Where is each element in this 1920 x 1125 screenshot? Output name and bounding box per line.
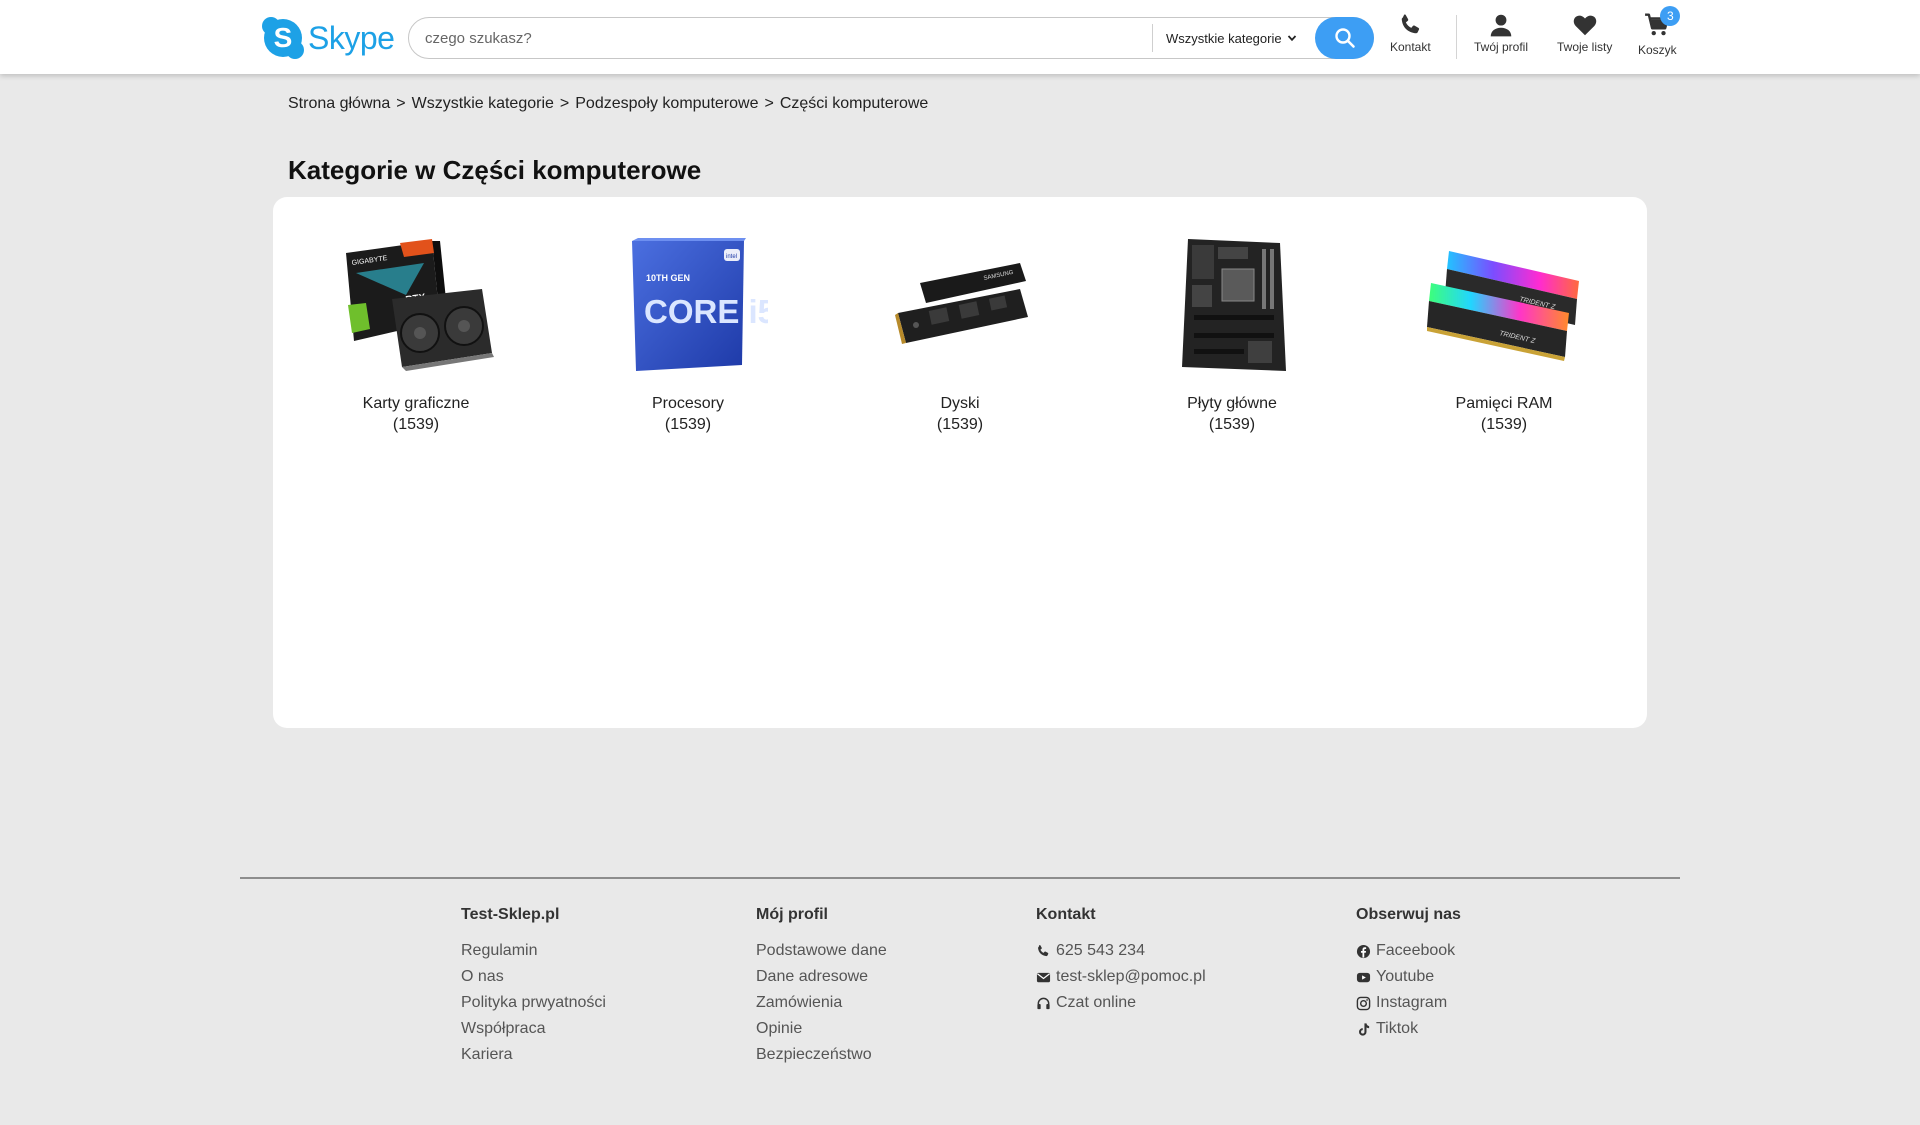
header-divider <box>1456 15 1457 59</box>
footer-email[interactable]: test-sklep@pomoc.pl <box>1036 964 1206 990</box>
category-count: (1539) <box>1480 416 1528 433</box>
footer-link-facebook[interactable]: Faceebook <box>1356 938 1461 964</box>
headset-icon <box>1037 997 1050 1009</box>
chevron-down-icon <box>1287 35 1296 42</box>
footer-link-basic-data[interactable]: Podstawowe dane <box>756 938 887 964</box>
facebook-label: Faceebook <box>1376 942 1456 959</box>
category-name: Karty graficzne <box>362 395 470 412</box>
footer-link-terms[interactable]: Regulamin <box>461 938 606 964</box>
user-icon <box>1490 14 1512 37</box>
footer-link-orders[interactable]: Zamówienia <box>756 990 887 1016</box>
category-processors[interactable]: 10TH GEN CORE i5 intel Procesory (1539) <box>578 233 798 434</box>
logo-text: Skype <box>308 19 395 56</box>
footer-link-instagram[interactable]: Instagram <box>1356 990 1461 1016</box>
cart-button[interactable]: 3 Koszyk <box>1638 6 1681 62</box>
category-select-label: Wszystkie kategorie <box>1166 30 1282 46</box>
site-header: S Skype Wszystkie kategorie Kontakt Twój… <box>0 0 1920 74</box>
breadcrumb-separator: > <box>559 95 570 112</box>
search-icon <box>1334 28 1355 48</box>
categories-card: GIGABYTE RTX Karty graficzne (1539) 10TH… <box>273 197 1647 728</box>
footer-link-addresses[interactable]: Dane adresowe <box>756 964 887 990</box>
footer-column-social: Obserwuj nas Faceebook Youtube Instagram… <box>1356 906 1461 1042</box>
footer-link-reviews[interactable]: Opinie <box>756 1016 887 1042</box>
contact-button[interactable]: Kontakt <box>1390 12 1431 62</box>
email-address: test-sklep@pomoc.pl <box>1056 968 1206 985</box>
footer-link-about[interactable]: O nas <box>461 964 606 990</box>
category-ram[interactable]: TRIDENT Z TRIDENT Z Pamięci RAM (1539) <box>1394 233 1614 434</box>
footer-link-privacy[interactable]: Polityka prwyatności <box>461 990 606 1016</box>
tiktok-icon <box>1359 1022 1370 1036</box>
cart-count-badge: 3 <box>1660 6 1681 26</box>
svg-text:10TH GEN: 10TH GEN <box>646 273 690 283</box>
footer-link-tiktok[interactable]: Tiktok <box>1356 1016 1461 1042</box>
footer-column-shop: Test-Sklep.pl Regulamin O nas Polityka p… <box>461 906 606 1068</box>
category-name: Procesory <box>651 395 725 412</box>
envelope-icon <box>1036 972 1051 982</box>
footer-heading: Test-Sklep.pl <box>461 906 560 923</box>
skype-logo-icon: S <box>262 17 304 59</box>
footer-chat[interactable]: Czat online <box>1036 990 1206 1016</box>
breadcrumb-separator: > <box>396 95 406 112</box>
category-count: (1539) <box>1208 416 1256 433</box>
footer-heading: Obserwuj nas <box>1356 906 1461 923</box>
search-divider <box>1152 24 1153 52</box>
cart-icon-wrap: 3 <box>1644 6 1681 43</box>
ssd-drive-image: SAMSUNG <box>875 233 1045 373</box>
category-name: Płyty główne <box>1187 395 1277 412</box>
lists-label: Twoje listy <box>1557 40 1613 54</box>
heart-icon <box>1573 15 1596 36</box>
footer-link-security[interactable]: Bezpieczeństwo <box>756 1042 887 1068</box>
youtube-icon <box>1356 972 1371 982</box>
svg-text:CORE i5: CORE i5 <box>644 293 768 330</box>
category-count: (1539) <box>392 416 440 433</box>
search-bar: Wszystkie kategorie <box>408 17 1374 59</box>
profile-button[interactable]: Twój profil <box>1474 12 1528 62</box>
breadcrumb-home[interactable]: Strona główna <box>288 95 390 113</box>
category-count: (1539) <box>936 416 984 433</box>
facebook-icon <box>1356 944 1371 958</box>
footer-column-profile: Mój profil Podstawowe dane Dane adresowe… <box>756 906 887 1068</box>
processor-box-image: 10TH GEN CORE i5 intel <box>603 233 773 373</box>
chat-label: Czat online <box>1056 994 1137 1011</box>
footer-column-contact: Kontakt 625 543 234 test-sklep@pomoc.pl … <box>1036 906 1206 1016</box>
svg-text:intel: intel <box>726 254 737 260</box>
search-button[interactable] <box>1315 17 1374 59</box>
footer-heading: Kontakt <box>1036 906 1096 923</box>
category-drives[interactable]: SAMSUNG Dyski (1539) <box>850 233 1070 434</box>
instagram-icon <box>1356 996 1371 1010</box>
category-graphics-cards[interactable]: GIGABYTE RTX Karty graficzne (1539) <box>306 233 526 434</box>
breadcrumb-all-categories[interactable]: Wszystkie kategorie <box>412 95 554 113</box>
search-input[interactable] <box>425 18 1155 58</box>
footer-heading: Mój profil <box>756 906 828 923</box>
breadcrumb: Strona główna > Wszystkie kategorie > Po… <box>288 95 928 113</box>
phone-icon <box>1038 944 1049 956</box>
lists-button[interactable]: Twoje listy <box>1557 12 1612 62</box>
youtube-label: Youtube <box>1376 968 1435 985</box>
category-count: (1539) <box>664 416 712 433</box>
phone-number: 625 543 234 <box>1056 942 1145 959</box>
motherboard-image <box>1147 233 1317 373</box>
footer-divider <box>240 877 1680 879</box>
category-motherboards[interactable]: Płyty główne (1539) <box>1122 233 1342 434</box>
category-select[interactable]: Wszystkie kategorie <box>1166 18 1297 58</box>
category-name: Dyski <box>940 395 980 412</box>
tiktok-label: Tiktok <box>1376 1020 1419 1037</box>
footer-phone[interactable]: 625 543 234 <box>1036 938 1206 964</box>
phone-icon <box>1402 14 1420 34</box>
footer-link-careers[interactable]: Kariera <box>461 1042 606 1068</box>
footer-link-youtube[interactable]: Youtube <box>1356 964 1461 990</box>
skype-logo[interactable]: S Skype <box>262 17 395 59</box>
breadcrumb-current[interactable]: Części komputerowe <box>780 95 929 113</box>
category-name: Pamięci RAM <box>1455 395 1553 412</box>
breadcrumb-separator: > <box>764 95 774 112</box>
footer-link-cooperation[interactable]: Współpraca <box>461 1016 606 1042</box>
instagram-label: Instagram <box>1376 994 1448 1011</box>
cart-label: Koszyk <box>1638 43 1677 57</box>
profile-label: Twój profil <box>1474 40 1529 54</box>
graphics-card-image: GIGABYTE RTX <box>331 233 501 373</box>
contact-label: Kontakt <box>1390 40 1431 54</box>
page-title: Kategorie w Części komputerowe <box>288 155 702 185</box>
ram-modules-image: TRIDENT Z TRIDENT Z <box>1419 233 1589 373</box>
breadcrumb-components[interactable]: Podzespoły komputerowe <box>575 95 758 113</box>
